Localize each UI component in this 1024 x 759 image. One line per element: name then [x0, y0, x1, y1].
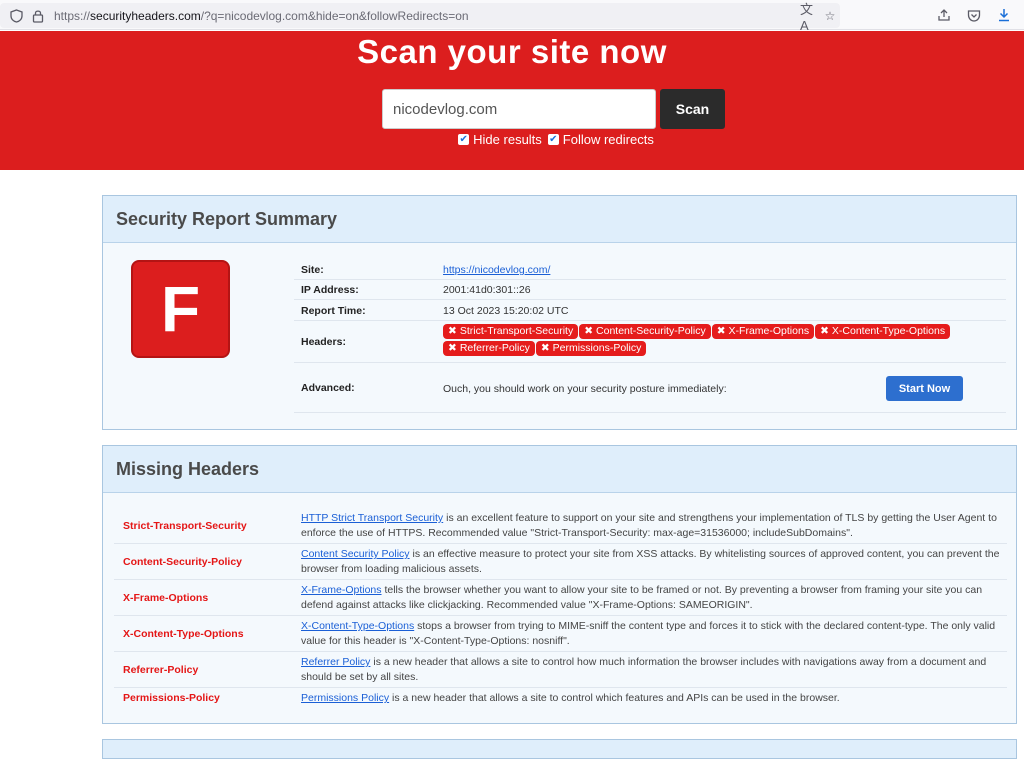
- report-row-time: Report Time: 13 Oct 2023 15:20:02 UTC: [294, 300, 1006, 321]
- ip-label: IP Address:: [301, 284, 359, 296]
- scan-hero: Scan your site now nicodevlog.com Scan ✔…: [0, 31, 1024, 170]
- missing-header-badges: ✖ Strict-Transport-Security ✖ Content-Secur…: [443, 324, 963, 358]
- headers-label: Headers:: [301, 336, 346, 348]
- missing-header-name: Content-Security-Policy: [123, 556, 243, 568]
- browser-toolbar: https://securityheaders.com/?q=nicodevlo…: [0, 0, 1024, 33]
- header-doc-link[interactable]: Content Security Policy: [301, 548, 410, 560]
- report-row-ip: IP Address: 2001:41d0:301::26: [294, 280, 1006, 300]
- site-label: Site:: [301, 264, 324, 276]
- site-link[interactable]: https://nicodevlog.com/: [443, 264, 550, 276]
- missing-headers-heading: Missing Headers: [103, 446, 1016, 493]
- missing-headers-panel: Missing Headers Strict-Transport-Securit…: [102, 445, 1017, 724]
- missing-header-description: Referrer Policy is a new header that all…: [301, 656, 987, 683]
- missing-header-name: X-Frame-Options: [123, 592, 209, 604]
- missing-header-description: X-Frame-Options tells the browser whethe…: [301, 584, 983, 611]
- follow-redirects-option[interactable]: ✔ Follow redirects: [547, 132, 654, 147]
- missing-header-name: Referrer-Policy: [123, 664, 199, 676]
- report-row-site: Site: https://nicodevlog.com/: [294, 259, 1006, 280]
- header-doc-link[interactable]: X-Frame-Options: [301, 584, 382, 596]
- table-row: Referrer-Policy Referrer Policy is a new…: [114, 652, 1007, 688]
- pocket-icon[interactable]: [966, 7, 982, 23]
- missing-header-name: Strict-Transport-Security: [123, 520, 247, 532]
- missing-header-description: Content Security Policy is an effective …: [301, 548, 1000, 575]
- start-now-button[interactable]: Start Now: [886, 376, 963, 401]
- ip-value: 2001:41d0:301::26: [443, 284, 531, 296]
- header-badge: ✖ Content-Security-Policy: [579, 324, 711, 339]
- translate-icon[interactable]: 文A: [800, 2, 816, 33]
- table-row: X-Frame-Options X-Frame-Options tells th…: [114, 580, 1007, 616]
- table-row: Content-Security-Policy Content Security…: [114, 544, 1007, 580]
- url-text[interactable]: https://securityheaders.com/?q=nicodevlo…: [54, 9, 469, 23]
- site-url-input[interactable]: nicodevlog.com: [382, 89, 656, 129]
- report-row-headers: Headers: ✖ Strict-Transport-Security ✖ Cont…: [294, 321, 1006, 363]
- missing-header-description: Permissions Policy is a new header that …: [301, 692, 840, 704]
- missing-header-description: X-Content-Type-Options stops a browser f…: [301, 620, 996, 647]
- download-icon[interactable]: [996, 7, 1012, 23]
- close-x-icon: ✖: [716, 325, 726, 337]
- header-badge: ✖ Referrer-Policy: [443, 341, 535, 356]
- header-badge: ✖ Strict-Transport-Security: [443, 324, 579, 339]
- advanced-label: Advanced:: [301, 382, 355, 394]
- checkbox-checked-icon[interactable]: ✔: [547, 134, 559, 145]
- close-x-icon: ✖: [820, 325, 829, 337]
- time-label: Report Time:: [301, 305, 366, 317]
- scan-button[interactable]: Scan: [660, 89, 725, 129]
- grade-badge: F: [131, 260, 230, 358]
- star-icon[interactable]: ☆: [822, 8, 838, 24]
- lock-icon[interactable]: [30, 8, 46, 24]
- summary-heading: Security Report Summary: [103, 196, 1016, 243]
- header-badge: ✖ X-Content-Type-Options: [815, 324, 951, 339]
- close-x-icon: ✖: [584, 325, 594, 337]
- address-bar[interactable]: https://securityheaders.com/?q=nicodevlo…: [0, 2, 840, 33]
- close-x-icon: ✖: [540, 342, 550, 354]
- header-badge: ✖ X-Frame-Options: [711, 324, 815, 339]
- advanced-text: Ouch, you should work on your security p…: [443, 383, 727, 395]
- missing-header-name: Permissions-Policy: [123, 692, 220, 704]
- shield-icon[interactable]: [8, 8, 24, 24]
- header-doc-link[interactable]: X-Content-Type-Options: [301, 620, 414, 632]
- follow-redirects-label: Follow redirects: [562, 132, 654, 147]
- hide-results-option[interactable]: ✔ Hide results: [458, 132, 542, 147]
- header-doc-link[interactable]: Referrer Policy: [301, 656, 370, 668]
- checkbox-checked-icon[interactable]: ✔: [458, 134, 470, 145]
- missing-header-description: HTTP Strict Transport Security is an exc…: [301, 512, 997, 539]
- time-value: 13 Oct 2023 15:20:02 UTC: [443, 305, 569, 317]
- close-x-icon: ✖: [448, 325, 457, 337]
- header-doc-link[interactable]: Permissions Policy: [301, 692, 389, 704]
- scan-options: ✔ Hide results ✔ Follow redirects: [0, 132, 1024, 147]
- security-report-summary-panel: Security Report Summary F Site: https://…: [102, 195, 1017, 430]
- share-icon[interactable]: [936, 7, 952, 23]
- hide-results-label: Hide results: [473, 132, 542, 147]
- header-doc-link[interactable]: HTTP Strict Transport Security: [301, 512, 443, 524]
- missing-header-name: X-Content-Type-Options: [123, 628, 244, 640]
- table-row: Strict-Transport-Security HTTP Strict Tr…: [114, 508, 1007, 544]
- hero-title: Scan your site now: [357, 33, 667, 70]
- close-x-icon: ✖: [448, 342, 457, 354]
- table-row: X-Content-Type-Options X-Content-Type-Op…: [114, 616, 1007, 652]
- next-panel-header: [102, 739, 1017, 759]
- table-row: Permissions-Policy Permissions Policy is…: [114, 688, 1007, 710]
- header-badge: ✖ Permissions-Policy: [535, 341, 647, 356]
